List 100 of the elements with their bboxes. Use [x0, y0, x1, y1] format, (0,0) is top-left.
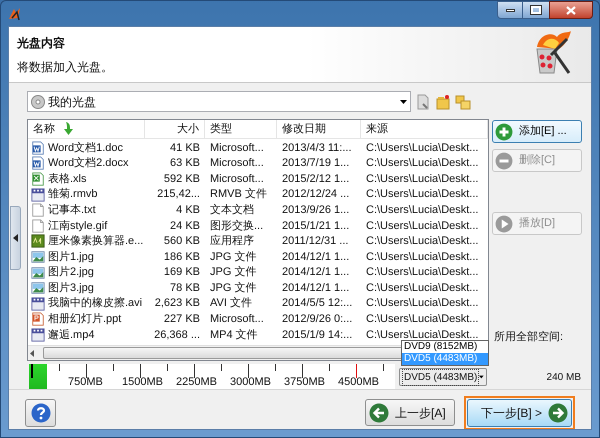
file-type: JPG 文件	[210, 280, 256, 296]
file-date: 2013/4/3 11:...	[282, 140, 352, 156]
file-size: 592 KB	[164, 172, 200, 187]
file-date: 2014/12/1 1...	[282, 280, 350, 296]
presentation-icon	[31, 312, 45, 326]
file-name[interactable]: 邂逅.mp4	[48, 326, 94, 344]
help-button[interactable]	[25, 398, 56, 426]
file-source: C:\Users\Lucia\Deskt...	[366, 202, 478, 218]
file-size: 4 KB	[176, 202, 200, 218]
file-date: 2013/7/19 1...	[282, 156, 350, 172]
space-used-label: 所用全部空间:	[494, 330, 564, 345]
file-source: C:\Users\Lucia\Deskt...	[366, 187, 478, 202]
dropdown-arrow-icon	[479, 375, 484, 379]
disc-selector[interactable]: 我的光盘	[27, 91, 411, 112]
file-name[interactable]: 相册幻灯片.ppt	[48, 311, 122, 328]
word-document-icon	[31, 140, 45, 155]
page-subtitle: 将数据加入光盘。	[17, 59, 113, 76]
file-size: 186 KB	[164, 250, 200, 265]
file-source: C:\Users\Lucia\Deskt...	[366, 265, 478, 280]
file-name[interactable]: 记事本.txt	[48, 202, 96, 218]
collapse-tab[interactable]	[10, 206, 21, 270]
scale-label: 3000MB	[230, 375, 271, 389]
file-size: 227 KB	[164, 312, 200, 328]
file-size: 78 KB	[170, 280, 200, 296]
video-file-icon	[31, 328, 45, 342]
file-date: 2013/9/26 1...	[282, 202, 350, 218]
scroll-left-icon[interactable]	[30, 350, 35, 356]
file-size: 215,42...	[157, 187, 200, 202]
next-button[interactable]: 下一步[B] >	[467, 398, 572, 426]
file-date: 2012/12/24 ...	[282, 187, 350, 202]
scale-label: 2250MB	[176, 375, 217, 389]
blank-file-icon	[31, 218, 45, 233]
close-button[interactable]	[549, 1, 593, 19]
plus-icon	[495, 122, 513, 140]
file-name[interactable]: 图片3.jpg	[48, 280, 94, 296]
folders-icon[interactable]	[455, 94, 471, 110]
add-button[interactable]: 添加[E] ...	[492, 120, 582, 143]
disc-icon	[31, 94, 45, 108]
left-arrow-icon	[13, 234, 18, 242]
file-type: Microsoft...	[210, 312, 264, 328]
file-size: 560 KB	[164, 234, 200, 250]
file-name[interactable]: 雏菊.rmvb	[48, 186, 98, 203]
scale-label: 3750MB	[284, 375, 325, 389]
column-header[interactable]: 来源	[366, 120, 388, 138]
file-name[interactable]: 厘米像素换算器.e...	[48, 233, 144, 250]
column-header[interactable]: 类型	[210, 120, 232, 138]
file-source: C:\Users\Lucia\Deskt...	[366, 250, 478, 265]
file-source: C:\Users\Lucia\Deskt...	[366, 234, 478, 250]
file-date: 2014/12/1 1...	[282, 250, 350, 265]
word-document-icon	[31, 156, 45, 170]
maximize-button[interactable]	[523, 1, 549, 19]
column-header[interactable]: 大小	[177, 120, 199, 138]
play-icon	[495, 214, 513, 232]
image-file-icon	[31, 266, 45, 280]
application-icon	[31, 234, 45, 248]
image-file-icon	[31, 250, 45, 264]
file-size: 169 KB	[164, 265, 200, 280]
document-icon[interactable]	[415, 94, 431, 110]
spreadsheet-icon	[31, 172, 45, 186]
file-date: 2012/9/26 0:...	[282, 312, 352, 328]
file-type: 应用程序	[210, 234, 254, 250]
file-name[interactable]: Word文档2.docx	[48, 155, 128, 172]
file-size: 2,623 KB	[154, 296, 200, 312]
file-type: 文本文档	[210, 202, 254, 218]
file-source: C:\Users\Lucia\Deskt...	[366, 328, 478, 342]
video-file-icon	[31, 296, 45, 311]
sort-arrow-icon	[63, 122, 74, 136]
file-size: 63 KB	[170, 156, 200, 172]
file-name[interactable]: 图片1.jpg	[48, 248, 94, 266]
file-type: Microsoft...	[210, 140, 264, 156]
file-date: 2014/5/5 12:...	[282, 296, 352, 312]
close-icon	[566, 6, 576, 14]
file-source: C:\Users\Lucia\Deskt...	[366, 156, 478, 172]
blank-file-icon	[31, 203, 45, 218]
file-name[interactable]: 我脑中的橡皮擦.avi	[48, 295, 142, 312]
file-type: 图形交换...	[210, 218, 264, 234]
new-folder-icon[interactable]	[435, 94, 451, 110]
file-name[interactable]: Word文档1.doc	[48, 140, 123, 156]
file-type: Microsoft...	[210, 172, 264, 187]
column-header[interactable]: 修改日期	[282, 120, 326, 138]
scale-label: 1500MB	[122, 375, 163, 389]
column-header[interactable]: 名称	[33, 120, 55, 138]
file-type: JPG 文件	[210, 250, 256, 265]
file-source: C:\Users\Lucia\Deskt...	[366, 296, 478, 312]
scale-label: 750MB	[68, 375, 103, 389]
file-size: 41 KB	[170, 140, 200, 156]
disc-type-select[interactable]: DVD5 (4483MB)	[399, 368, 487, 386]
file-size: 26,368 ...	[154, 328, 200, 343]
file-name[interactable]: 江南style.gif	[48, 218, 108, 234]
file-name[interactable]: 表格.xls	[48, 170, 86, 188]
file-date: 2014/12/1 1...	[282, 265, 350, 280]
file-type: JPG 文件	[210, 264, 256, 280]
file-date: 2011/12/31 ...	[282, 234, 348, 250]
file-type: RMVB 文件	[210, 186, 267, 202]
minus-icon	[495, 152, 513, 170]
space-used-value: 240 MB	[546, 371, 581, 385]
file-name[interactable]: 图片2.jpg	[48, 264, 94, 281]
minimize-button[interactable]	[497, 1, 523, 19]
back-button[interactable]: 上一步[A]	[365, 399, 455, 426]
file-source: C:\Users\Lucia\Deskt...	[366, 172, 478, 187]
